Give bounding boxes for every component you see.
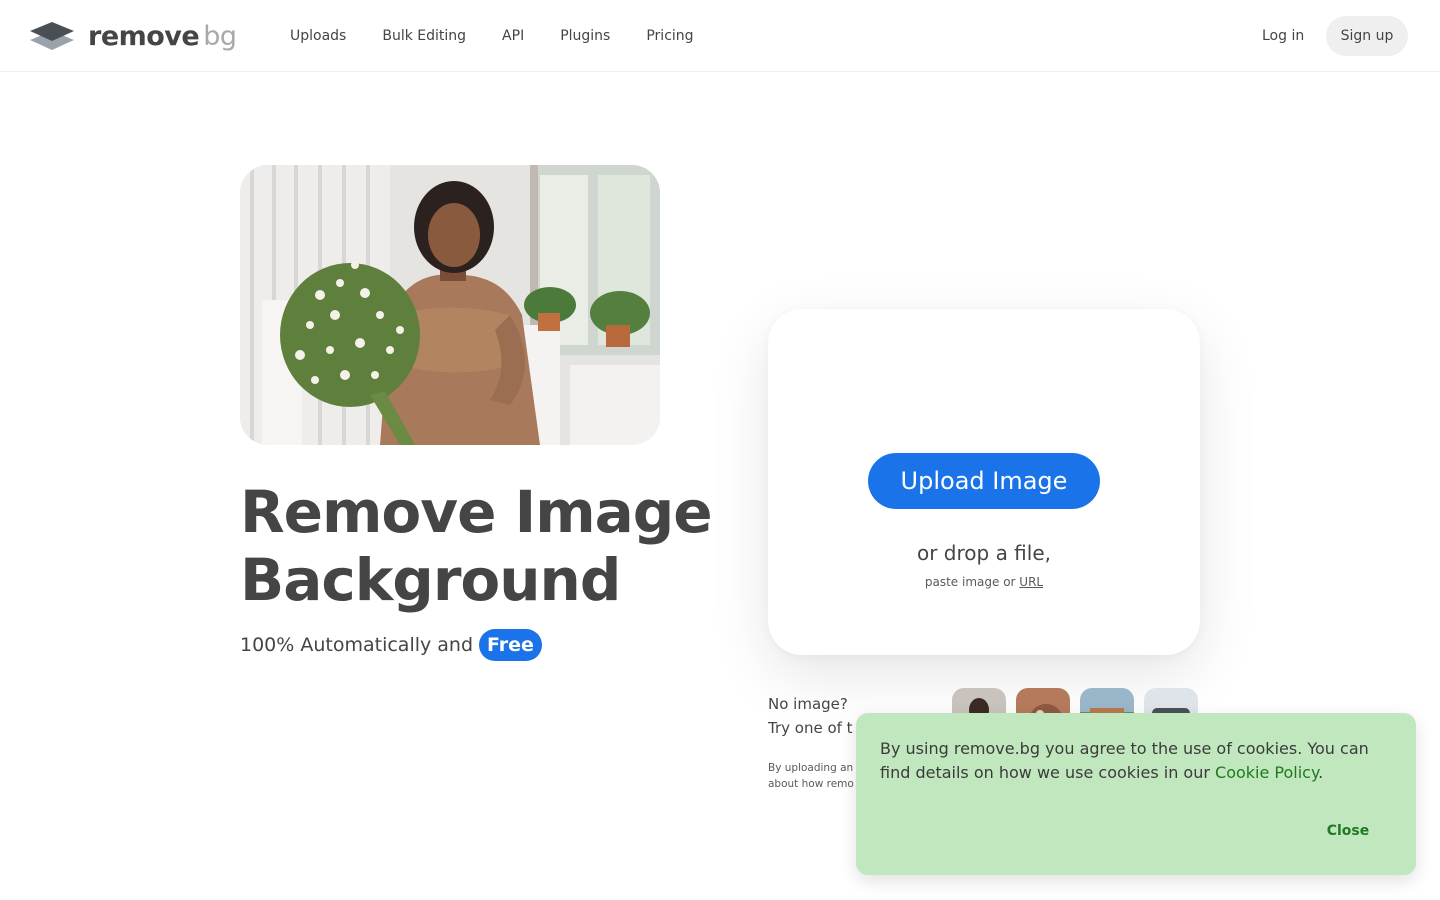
url-link[interactable]: URL: [1019, 575, 1043, 589]
paste-hint-text: paste image or: [924, 575, 1016, 589]
free-badge: Free: [479, 629, 542, 661]
drop-file-text: or drop a file,: [916, 541, 1051, 565]
cookie-policy-link[interactable]: Cookie Policy: [1215, 763, 1318, 782]
subtitle-text: 100% Automatically and: [240, 634, 474, 656]
hero-image: [240, 165, 660, 445]
sample-prompt-line1: No image?: [768, 695, 848, 713]
logo-wordmark: remove bg: [88, 20, 237, 52]
nav-uploads[interactable]: Uploads: [290, 24, 346, 48]
logo[interactable]: remove bg: [30, 18, 237, 54]
hero-subtitle: 100% Automatically and Free: [240, 629, 542, 661]
nav-api[interactable]: API: [502, 24, 524, 48]
cookie-period: .: [1318, 763, 1324, 782]
cookie-banner: By using remove.bg you agree to the use …: [856, 713, 1416, 875]
hero-title: Remove Image Background: [240, 478, 713, 614]
paste-hint: paste image or URL: [768, 575, 1200, 589]
hero-photo: [240, 165, 660, 445]
sample-prompt-line2: Try one of t: [768, 719, 853, 737]
cookie-close-button[interactable]: Close: [1308, 817, 1388, 845]
layers-logo-icon: [30, 22, 74, 50]
upload-dropzone[interactable]: Upload Image or drop a file, paste image…: [768, 309, 1200, 655]
nav-bulk-editing[interactable]: Bulk Editing: [382, 24, 466, 48]
cookie-message: By using remove.bg you agree to the use …: [880, 737, 1392, 785]
upload-image-button[interactable]: Upload Image: [868, 453, 1100, 509]
nav-pricing[interactable]: Pricing: [646, 24, 693, 48]
top-navbar: remove bg Uploads Bulk Editing API Plugin…: [0, 0, 1440, 72]
signup-button[interactable]: Sign up: [1326, 16, 1408, 56]
main-nav: Uploads Bulk Editing API Plugins Pricing: [290, 24, 730, 48]
login-link[interactable]: Log in: [1262, 24, 1304, 48]
sample-prompt: No image? Try one of t: [768, 692, 853, 740]
nav-plugins[interactable]: Plugins: [560, 24, 610, 48]
